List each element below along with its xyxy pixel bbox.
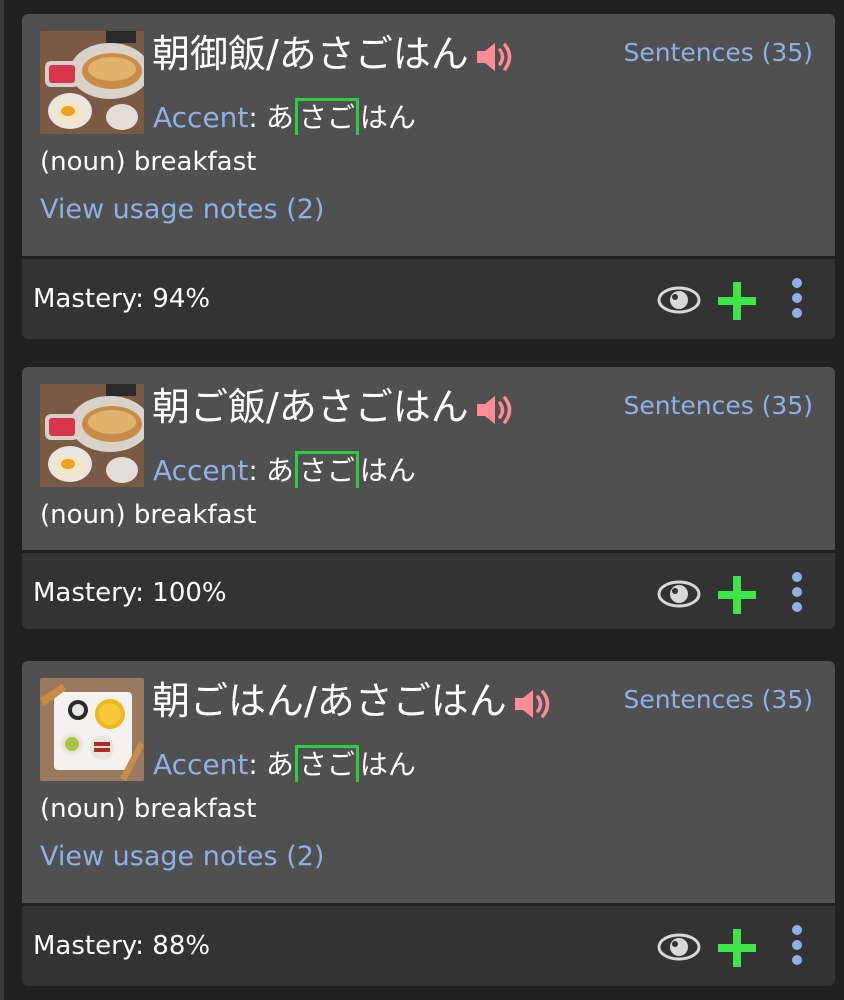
- pitch-accent: Accent: あさご はん: [153, 98, 416, 138]
- speaker-icon[interactable]: [473, 37, 517, 77]
- accent-colon: :: [248, 101, 258, 134]
- card-footer: Mastery: 88%: [22, 906, 835, 986]
- vocab-card: 朝御飯/あさごはん Sentences (35) Accent: あさご はん (n…: [22, 14, 835, 339]
- accent-high-kana: さご: [294, 98, 359, 135]
- accent-colon: :: [248, 454, 258, 487]
- vocab-word: 朝ご飯/あさごはん: [152, 383, 517, 431]
- add-icon[interactable]: [716, 927, 758, 969]
- speaker-icon[interactable]: [511, 684, 555, 724]
- vocab-word-text: 朝御飯/あさごはん: [152, 32, 469, 76]
- eye-icon[interactable]: [657, 579, 701, 609]
- definition-text: (noun) breakfast: [40, 500, 257, 530]
- vocab-word-text: 朝ごはん/あさごはん: [152, 679, 507, 723]
- accent-label[interactable]: Accent: [153, 454, 248, 487]
- vocab-card-body: 朝御飯/あさごはん Sentences (35) Accent: あさご はん (n…: [22, 14, 835, 256]
- more-options-icon[interactable]: [790, 572, 804, 612]
- vocab-word: 朝御飯/あさごはん: [152, 30, 517, 78]
- vocab-word-text: 朝ご飯/あさごはん: [152, 385, 469, 429]
- food-thumbnail: [40, 31, 144, 134]
- eye-icon[interactable]: [657, 285, 701, 315]
- accent-low-kana: あ: [265, 101, 294, 134]
- accent-high-kana: さご: [294, 451, 359, 488]
- definition-text: (noun) breakfast: [40, 147, 257, 177]
- usage-notes-link[interactable]: View usage notes (2): [40, 192, 324, 228]
- accent-low-kana-tail: はん: [359, 454, 416, 487]
- eye-icon[interactable]: [657, 932, 701, 962]
- sentences-link[interactable]: Sentences (35): [623, 683, 813, 717]
- speaker-icon[interactable]: [473, 390, 517, 430]
- accent-label[interactable]: Accent: [153, 748, 248, 781]
- add-icon[interactable]: [716, 280, 758, 322]
- vocab-card-body: 朝ご飯/あさごはん Sentences (35) Accent: あさご はん (n…: [22, 367, 835, 550]
- more-options-icon[interactable]: [790, 925, 804, 965]
- more-options-icon[interactable]: [790, 278, 804, 318]
- accent-low-kana-tail: はん: [359, 101, 416, 134]
- food-thumbnail: [40, 678, 144, 781]
- accent-high-kana: さご: [294, 745, 359, 782]
- mastery-text: Mastery: 94%: [33, 284, 211, 314]
- sentences-link[interactable]: Sentences (35): [623, 36, 813, 70]
- accent-low-kana-tail: はん: [359, 748, 416, 781]
- accent-low-kana: あ: [265, 454, 294, 487]
- vocab-card: 朝ご飯/あさごはん Sentences (35) Accent: あさご はん (n…: [22, 367, 835, 629]
- card-footer: Mastery: 100%: [22, 553, 835, 629]
- sentences-link[interactable]: Sentences (35): [623, 389, 813, 423]
- mastery-text: Mastery: 100%: [33, 578, 227, 608]
- accent-label[interactable]: Accent: [153, 101, 248, 134]
- definition-text: (noun) breakfast: [40, 794, 257, 824]
- accent-colon: :: [248, 748, 258, 781]
- accent-low-kana: あ: [265, 748, 294, 781]
- pitch-accent: Accent: あさご はん: [153, 745, 416, 785]
- card-footer: Mastery: 94%: [22, 259, 835, 339]
- vocab-card-body: 朝ごはん/あさごはん Sentences (35) Accent: あさご はん (…: [22, 661, 835, 903]
- vocab-card: 朝ごはん/あさごはん Sentences (35) Accent: あさご はん (…: [22, 661, 835, 986]
- vocab-list-page: 朝御飯/あさごはん Sentences (35) Accent: あさご はん (n…: [0, 0, 844, 1000]
- add-icon[interactable]: [716, 574, 758, 616]
- usage-notes-link[interactable]: View usage notes (2): [40, 839, 324, 875]
- vocab-word: 朝ごはん/あさごはん: [152, 677, 555, 725]
- left-scroll-strip: [0, 0, 4, 1000]
- pitch-accent: Accent: あさご はん: [153, 451, 416, 491]
- food-thumbnail: [40, 384, 144, 487]
- mastery-text: Mastery: 88%: [33, 931, 211, 961]
